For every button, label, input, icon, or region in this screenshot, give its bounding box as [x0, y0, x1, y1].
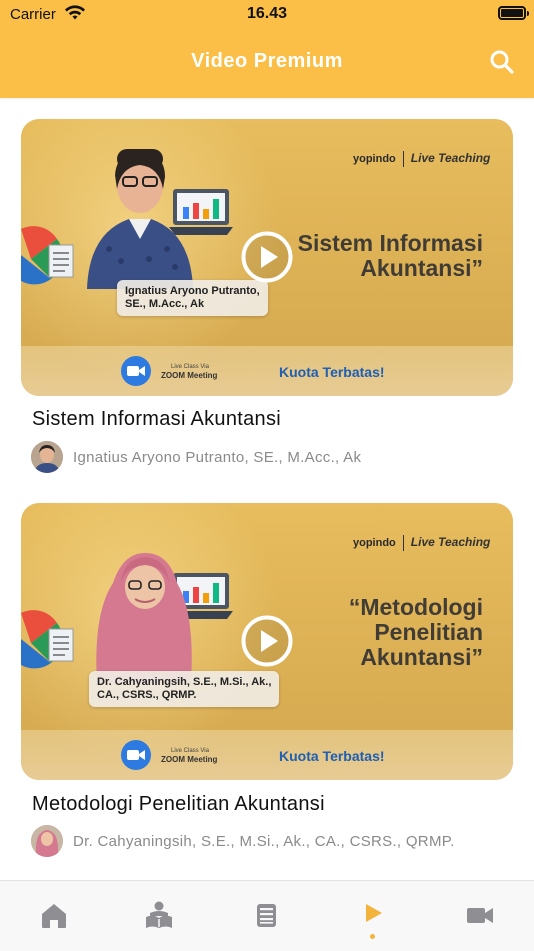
quota-label: Kuota Terbatas!: [279, 748, 385, 764]
video-thumbnail[interactable]: yopindo Live Teaching: [21, 503, 513, 780]
thumbnail-headline: “Metodologi Penelitian Akuntansi”: [348, 594, 483, 670]
navigation-bar: Video Premium: [0, 30, 534, 98]
clock: 16.43: [246, 5, 288, 22]
tab-video-camera-icon[interactable]: [465, 900, 495, 930]
brand-logo: yopindo Live Teaching: [353, 535, 490, 552]
presenter-name-box: Dr. Cahyaningsih, S.E., M.Si., Ak., CA.,…: [89, 671, 280, 707]
page-title: Video Premium: [191, 50, 343, 72]
zoom-logo-icon: [121, 740, 151, 770]
zoom-sublabel: Live Class Via: [171, 364, 209, 370]
author-name: Dr. Cahyaningsih, S.E., M.Si., Ak., CA.,…: [73, 833, 455, 850]
zoom-label: ZOOM Meeting: [161, 755, 218, 764]
tab-book-icon[interactable]: [251, 900, 281, 930]
video-title[interactable]: Sistem Informasi Akuntansi: [32, 408, 281, 431]
author-avatar: [31, 441, 63, 473]
video-card[interactable]: yopindo Live Teaching: [21, 503, 513, 857]
tab-reading-person-icon[interactable]: [144, 900, 174, 930]
brand-logo: yopindo Live Teaching: [353, 151, 490, 168]
search-icon[interactable]: [488, 48, 516, 76]
tab-home-icon[interactable]: [39, 900, 69, 930]
zoom-sublabel: Live Class Via: [171, 748, 209, 754]
status-bar: Carrier 16.43: [0, 0, 534, 30]
video-title[interactable]: Metodologi Penelitian Akuntansi: [32, 793, 325, 816]
quota-label: Kuota Terbatas!: [279, 364, 385, 380]
active-tab-indicator: [370, 934, 375, 939]
pie-chart-graphic: [21, 226, 74, 285]
play-button-icon[interactable]: [241, 231, 293, 283]
battery-icon: [498, 6, 529, 20]
author-name: Ignatius Aryono Putranto, SE., M.Acc., A…: [73, 449, 362, 466]
play-button-icon[interactable]: [241, 615, 293, 667]
video-card[interactable]: yopindo Live Teaching: [21, 119, 513, 473]
presenter-name-box: Ignatius Aryono Putranto, SE., M.Acc., A…: [117, 280, 268, 316]
tab-play-icon[interactable]: [358, 898, 388, 928]
pie-chart-graphic: [21, 610, 74, 669]
zoom-logo-icon: [121, 356, 151, 386]
thumbnail-headline: Sistem Informasi Akuntansi”: [297, 230, 483, 281]
video-thumbnail[interactable]: yopindo Live Teaching: [21, 119, 513, 396]
author-avatar: [31, 825, 63, 857]
zoom-label: ZOOM Meeting: [161, 371, 218, 380]
